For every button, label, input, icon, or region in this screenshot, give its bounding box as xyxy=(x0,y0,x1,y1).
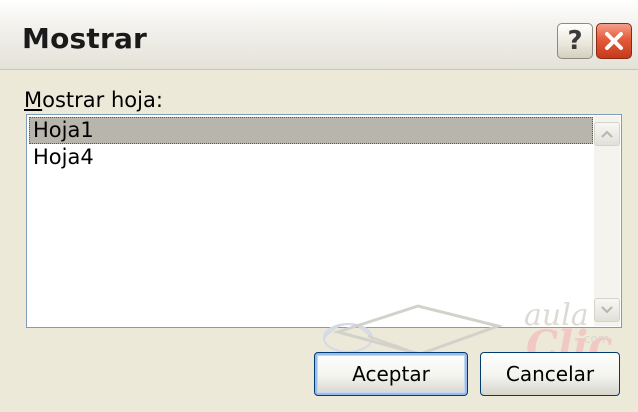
watermark-com: com xyxy=(584,332,610,346)
cancel-button[interactable]: Cancelar xyxy=(480,352,620,396)
show-sheet-dialog: Mostrar ? Mostrar hoja: Hoja1 Hoja4 aula… xyxy=(0,0,638,412)
sheet-listbox[interactable]: Hoja1 Hoja4 xyxy=(26,114,622,328)
help-icon: ? xyxy=(567,26,583,56)
sheet-list: Hoja1 Hoja4 xyxy=(29,117,593,171)
accept-button[interactable]: Aceptar xyxy=(314,352,468,396)
list-item-hoja1[interactable]: Hoja1 xyxy=(29,117,593,144)
chevron-up-icon xyxy=(601,130,613,138)
list-item-hoja4[interactable]: Hoja4 xyxy=(29,144,593,171)
dialog-title: Mostrar xyxy=(22,22,148,55)
help-button[interactable]: ? xyxy=(557,23,593,59)
scroll-down-button[interactable] xyxy=(594,298,620,322)
chevron-down-icon xyxy=(601,306,613,314)
close-icon xyxy=(605,32,623,50)
title-bar[interactable]: Mostrar ? xyxy=(0,0,638,70)
label-text: ostrar hoja: xyxy=(42,88,163,112)
label-mnemonic: M xyxy=(24,88,43,112)
scroll-up-button[interactable] xyxy=(594,122,620,146)
show-sheet-label: Mostrar hoja: xyxy=(24,88,163,112)
vertical-scrollbar[interactable] xyxy=(594,116,620,326)
close-button[interactable] xyxy=(596,23,632,59)
